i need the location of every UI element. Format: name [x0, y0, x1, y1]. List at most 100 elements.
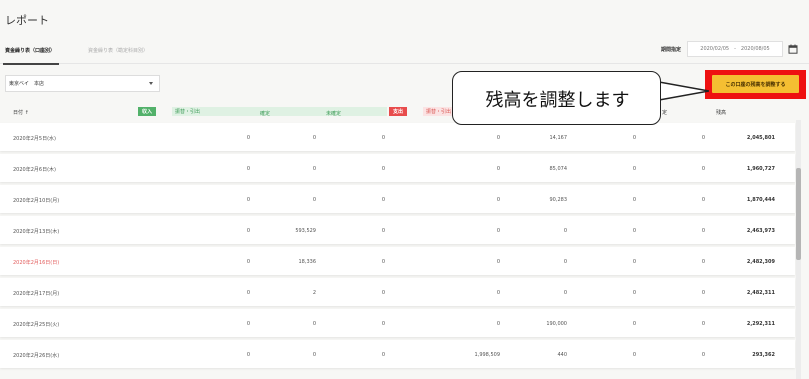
table-row[interactable]: 2020年2月26日(水) 0 0 0 1,998,509 440 0 0 29… — [0, 340, 795, 368]
row-date: 2020年2月10日(月) — [13, 198, 60, 204]
table-row[interactable]: 2020年2月5日(水) 0 0 0 0 14,167 0 0 2,045,80… — [0, 123, 795, 151]
row-cell: 0 — [563, 290, 567, 296]
row-balance: 293,362 — [752, 352, 775, 358]
row-cell: 0 — [632, 166, 636, 172]
row-cell: 0 — [246, 166, 250, 172]
row-cell: 0 — [246, 290, 250, 296]
row-cell: 90,283 — [549, 197, 568, 203]
income-unconfirmed-header: 未確定 — [326, 111, 342, 117]
row-cell: 0 — [701, 228, 705, 234]
row-cell: 0 — [312, 197, 316, 203]
account-select[interactable]: 東京ベイ 本店 — [5, 75, 160, 92]
row-cell: 0 — [632, 290, 636, 296]
row-cell: 0 — [701, 321, 705, 327]
row-cell: 0 — [381, 197, 385, 203]
row-cell: 0 — [496, 228, 500, 234]
chevron-down-icon — [149, 82, 153, 85]
callout-pointer — [659, 81, 709, 101]
income-transfer-header: 振替・引出 — [172, 107, 387, 116]
scrollbar-thumb[interactable] — [796, 168, 801, 260]
date-end: 2020/08/05 — [740, 46, 770, 52]
row-cell: 85,074 — [549, 166, 568, 172]
row-cell: 0 — [246, 228, 250, 234]
row-cell: 0 — [381, 228, 385, 234]
table-row[interactable]: 2020年2月16日(日) 0 18,336 0 0 0 0 0 2,482,3… — [0, 247, 795, 275]
account-select-value: 東京ベイ 本店 — [9, 81, 45, 87]
row-cell: 0 — [701, 290, 705, 296]
row-cell: 0 — [701, 135, 705, 141]
row-cell: 0 — [632, 352, 636, 358]
row-cell: 0 — [496, 197, 500, 203]
table-scrollbar[interactable] — [796, 120, 801, 379]
date-range-picker[interactable]: 2020/02/05 - 2020/08/05 — [687, 41, 783, 57]
row-cell: 0 — [246, 259, 250, 265]
row-cell: 0 — [496, 166, 500, 172]
table-row[interactable]: 2020年2月13日(木) 0 593,529 0 0 0 0 0 2,463,… — [0, 216, 795, 244]
row-cell: 0 — [246, 197, 250, 203]
row-cell: 440 — [557, 352, 567, 358]
row-date: 2020年2月25日(火) — [13, 322, 60, 328]
page-title: レポート — [5, 14, 49, 27]
row-date: 2020年2月6日(木) — [13, 167, 56, 173]
row-cell: 0 — [632, 259, 636, 265]
row-cell: 0 — [632, 228, 636, 234]
row-cell: 0 — [381, 352, 385, 358]
row-cell: 1,998,509 — [474, 352, 500, 358]
row-cell: 0 — [246, 352, 250, 358]
row-cell: 0 — [563, 259, 567, 265]
row-cell: 2 — [312, 290, 316, 296]
row-balance: 2,482,309 — [746, 259, 775, 265]
row-cell: 0 — [381, 135, 385, 141]
income-confirmed-header: 確定 — [260, 111, 271, 117]
row-cell: 0 — [381, 321, 385, 327]
table-row[interactable]: 2020年2月17日(月) 0 2 0 0 0 0 0 2,482,311 — [0, 278, 795, 306]
sort-arrow-icon: ↑ — [24, 110, 29, 116]
table-header: 日付 ↑ 収入 振替・引出 確定 未確定 支出 振替・引出 定 残高 — [0, 104, 795, 120]
row-cell: 0 — [563, 228, 567, 234]
date-start: 2020/02/05 — [700, 46, 730, 52]
row-cell: 18,336 — [298, 259, 317, 265]
adjust-balance-button[interactable]: この口座の残高を調整する — [712, 75, 799, 93]
row-date: 2020年2月16日(日) — [13, 260, 60, 266]
row-date: 2020年2月13日(木) — [13, 229, 60, 235]
row-cell: 0 — [496, 290, 500, 296]
table-row[interactable]: 2020年2月10日(月) 0 0 0 0 90,283 0 0 1,870,4… — [0, 185, 795, 213]
row-cell: 0 — [701, 166, 705, 172]
date-separator: - — [734, 46, 736, 52]
row-cell: 0 — [246, 321, 250, 327]
row-balance: 2,292,311 — [746, 321, 775, 327]
column-header-partial: 定 — [662, 110, 668, 116]
row-cell: 0 — [312, 352, 316, 358]
tab-cashflow-by-category[interactable]: 資金繰り表（勘定科目別） — [88, 47, 148, 54]
column-header-date[interactable]: 日付 ↑ — [13, 109, 29, 116]
row-date: 2020年2月5日(水) — [13, 136, 56, 142]
row-cell: 0 — [496, 321, 500, 327]
row-cell: 14,167 — [549, 135, 568, 141]
row-cell: 0 — [312, 166, 316, 172]
row-cell: 593,529 — [295, 228, 316, 234]
row-cell: 0 — [496, 135, 500, 141]
row-cell: 0 — [381, 166, 385, 172]
row-balance: 2,463,973 — [746, 228, 775, 234]
table-row[interactable]: 2020年2月25日(火) 0 0 0 0 190,000 0 0 2,292,… — [0, 309, 795, 337]
row-balance: 2,045,801 — [746, 135, 775, 141]
row-cell: 0 — [632, 321, 636, 327]
tab-cashflow-by-account[interactable]: 資金繰り表（口座別） — [2, 47, 60, 65]
row-cell: 0 — [381, 259, 385, 265]
callout-bubble: 残高を調整します — [452, 71, 661, 125]
row-cell: 0 — [701, 259, 705, 265]
row-cell: 0 — [632, 197, 636, 203]
callout-text: 残高を調整します — [485, 90, 630, 111]
income-badge: 収入 — [138, 107, 157, 116]
row-cell: 0 — [701, 197, 705, 203]
period-label: 期間指定 — [661, 47, 682, 53]
report-rows: 2020年2月5日(水) 0 0 0 0 14,167 0 0 2,045,80… — [0, 123, 795, 371]
row-cell: 0 — [312, 321, 316, 327]
calendar-icon[interactable] — [788, 44, 798, 54]
row-cell: 0 — [496, 259, 500, 265]
row-cell: 0 — [246, 135, 250, 141]
row-balance: 2,482,311 — [746, 290, 775, 296]
column-header-balance: 残高 — [716, 110, 727, 116]
table-row[interactable]: 2020年2月6日(木) 0 0 0 0 85,074 0 0 1,960,72… — [0, 154, 795, 182]
row-cell: 0 — [632, 135, 636, 141]
